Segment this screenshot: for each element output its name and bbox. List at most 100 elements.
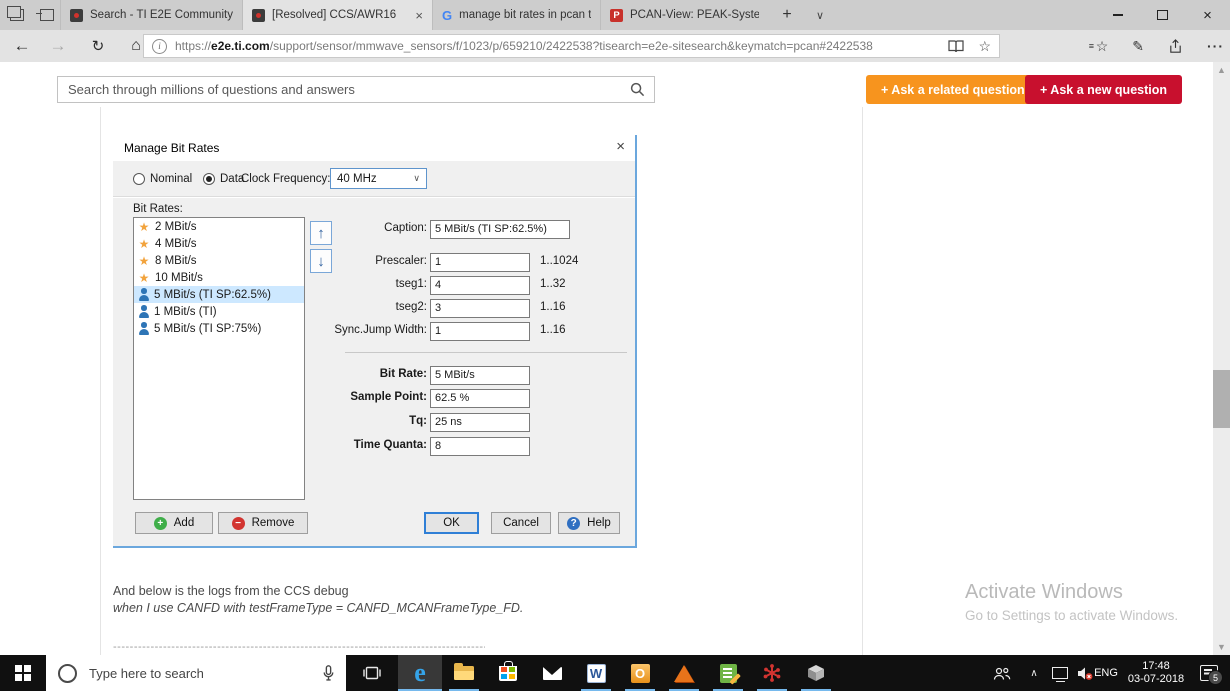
- task-view-button[interactable]: [350, 655, 394, 691]
- taskbar-app-outlook[interactable]: O: [618, 655, 662, 691]
- sync-jump-width-label: Sync.Jump Width:: [334, 324, 427, 336]
- sync-jump-width-input[interactable]: 1: [430, 322, 530, 341]
- new-tab-button[interactable]: +: [772, 0, 802, 30]
- site-search-box: [57, 76, 655, 103]
- show-hidden-icons-button[interactable]: ∧: [1022, 655, 1046, 691]
- forum-post-content: Manage Bit Rates × Nominal Data Clock Fr…: [0, 107, 1213, 655]
- tab-ti-e2e-search[interactable]: Search - TI E2E Community: [60, 0, 242, 30]
- taskbar-app-cube[interactable]: [794, 655, 838, 691]
- tab-preview-toggle[interactable]: ∨: [805, 0, 835, 30]
- edge-icon: e: [414, 658, 426, 687]
- taskbar-app-matlab[interactable]: [662, 655, 706, 691]
- clock[interactable]: 17:48 03-07-2018: [1124, 655, 1188, 691]
- tseg2-range: 1..16: [540, 301, 566, 313]
- ask-new-question-button[interactable]: + Ask a new question: [1025, 75, 1183, 104]
- post-text-line2: when I use CANFD with testFrameType = CA…: [113, 601, 524, 615]
- tq-value: 25 ns: [430, 413, 530, 432]
- network-monitor-icon: [1052, 667, 1068, 682]
- taskbar-app-molecule[interactable]: [750, 655, 794, 691]
- tab-close-icon[interactable]: ×: [413, 8, 423, 23]
- clock-frequency-dropdown[interactable]: 40 MHz ∨: [330, 168, 427, 189]
- windows-logo-icon: [15, 665, 31, 681]
- help-button[interactable]: ? Help: [558, 512, 620, 534]
- share-icon[interactable]: [1168, 38, 1183, 54]
- taskbar-app-word[interactable]: W: [574, 655, 618, 691]
- tq-label: Tq:: [409, 415, 427, 427]
- remove-button[interactable]: − Remove: [218, 512, 308, 534]
- ti-favicon: [70, 8, 83, 22]
- back-button[interactable]: ←: [4, 30, 40, 62]
- time-quanta-label: Time Quanta:: [353, 439, 427, 451]
- minimize-button[interactable]: [1095, 0, 1140, 30]
- time-quanta-value: 8: [430, 437, 530, 456]
- outlook-icon: O: [630, 663, 650, 683]
- taskbar-app-notepad[interactable]: [706, 655, 750, 691]
- close-window-button[interactable]: ×: [1185, 0, 1230, 30]
- tab-pcan-view[interactable]: P PCAN-View: PEAK-System: [600, 0, 768, 30]
- forward-button[interactable]: →: [40, 30, 76, 62]
- tseg1-input[interactable]: 4: [430, 276, 530, 295]
- cortana-icon: [58, 663, 77, 683]
- dialog-body: Bit Rates: ★ 2 MBit/s ★ 4 MBit/s ★ 8 MBit/s…: [113, 198, 635, 546]
- browser-tab-bar: Search - TI E2E Community [Resolved] CCS…: [0, 0, 1230, 30]
- url-field[interactable]: i https://e2e.ti.com/support/sensor/mmwa…: [143, 34, 1000, 58]
- language-indicator[interactable]: ENG: [1090, 655, 1122, 691]
- prescaler-input[interactable]: 1: [430, 253, 530, 272]
- site-search-input[interactable]: [58, 82, 630, 97]
- add-button[interactable]: + Add: [135, 512, 213, 534]
- url-text: https://e2e.ti.com/support/sensor/mmwave…: [175, 39, 873, 53]
- green-notepad-pencil-icon: [719, 663, 737, 683]
- taskbar-app-store[interactable]: [486, 655, 530, 691]
- task-view-icon: [363, 666, 381, 680]
- time: 17:48: [1142, 660, 1170, 672]
- scroll-up-arrow[interactable]: ▲: [1213, 62, 1230, 78]
- search-icon[interactable]: [630, 82, 645, 97]
- tab-resolved-ccs-awr16[interactable]: [Resolved] CCS/AWR16 ×: [242, 0, 432, 30]
- hub-favorites-icon[interactable]: ≡ ☆: [1089, 38, 1109, 55]
- people-button[interactable]: [985, 655, 1019, 691]
- radio-data[interactable]: Data: [203, 161, 244, 196]
- microphone-icon[interactable]: [323, 665, 334, 681]
- scrollbar-thumb[interactable]: [1213, 370, 1230, 428]
- web-note-pen-icon[interactable]: ✎: [1132, 38, 1144, 55]
- date: 03-07-2018: [1127, 673, 1185, 685]
- taskbar-app-file-explorer[interactable]: [442, 655, 486, 691]
- taskbar-app-mail[interactable]: [530, 655, 574, 691]
- prescaler-range: 1..1024: [540, 255, 579, 267]
- reading-view-icon[interactable]: [948, 39, 965, 53]
- restore-button[interactable]: [1140, 0, 1185, 30]
- notification-badge: 5: [1208, 670, 1223, 685]
- cancel-button[interactable]: Cancel: [491, 512, 551, 534]
- plus-circle-icon: +: [153, 516, 167, 530]
- start-button[interactable]: [0, 655, 46, 691]
- word-icon: W: [586, 663, 606, 683]
- dialog-close-icon[interactable]: ×: [616, 138, 625, 155]
- action-center-button[interactable]: 5: [1192, 655, 1226, 691]
- post-divider: ----------------------------------------…: [113, 641, 485, 653]
- page-scrollbar[interactable]: ▲ ▼: [1213, 62, 1230, 655]
- show-tabs-button[interactable]: [32, 0, 62, 30]
- radio-nominal-circle: [133, 172, 145, 185]
- e2e-site-header: + Ask a related question + Ask a new que…: [0, 62, 1213, 107]
- add-favorite-star-icon[interactable]: ☆: [978, 38, 991, 55]
- chevron-up-icon: ∧: [1030, 667, 1038, 679]
- refresh-button[interactable]: ↻: [80, 30, 116, 62]
- ok-button[interactable]: OK: [424, 512, 479, 534]
- taskbar-search-box: [46, 655, 346, 691]
- tseg1-label: tseg1:: [395, 278, 427, 290]
- cube-icon: [808, 665, 824, 681]
- content-left-border: [100, 107, 101, 655]
- tseg2-input[interactable]: 3: [430, 299, 530, 318]
- set-aside-tabs-button[interactable]: [2, 0, 32, 30]
- caption-input[interactable]: 5 MBit/s (TI SP:62.5%): [430, 220, 570, 239]
- taskbar-app-edge[interactable]: e: [398, 655, 442, 691]
- radio-nominal[interactable]: Nominal: [133, 161, 192, 196]
- tab-google-search[interactable]: G manage bit rates in pcan to: [432, 0, 600, 30]
- scroll-down-arrow[interactable]: ▼: [1213, 639, 1230, 655]
- more-options-icon[interactable]: ···: [1207, 38, 1224, 54]
- activate-windows-watermark: Activate Windows: [965, 581, 1123, 603]
- ask-related-question-button[interactable]: + Ask a related question: [866, 75, 1040, 104]
- network-tray-button[interactable]: [1046, 655, 1074, 691]
- taskbar-search-input[interactable]: [87, 664, 311, 682]
- site-info-icon[interactable]: i: [152, 38, 167, 54]
